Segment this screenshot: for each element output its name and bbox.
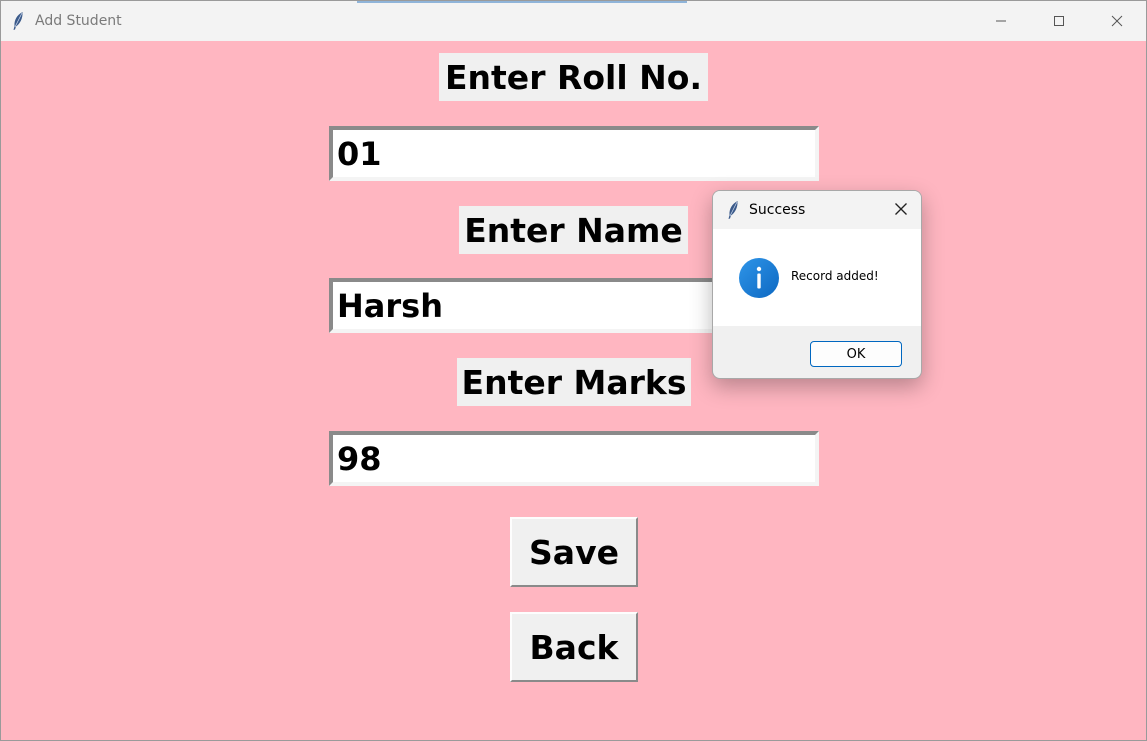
window-controls bbox=[972, 1, 1146, 41]
marks-input[interactable] bbox=[333, 435, 815, 482]
marks-label: Enter Marks bbox=[457, 358, 691, 406]
roll-field[interactable] bbox=[329, 126, 819, 181]
save-button[interactable]: Save bbox=[510, 517, 638, 587]
maximize-icon bbox=[1053, 12, 1065, 31]
dialog-title: Success bbox=[749, 202, 806, 218]
name-label: Enter Name bbox=[459, 206, 688, 254]
dialog-body: Record added! bbox=[713, 229, 921, 326]
close-icon bbox=[894, 201, 908, 220]
titlebar-accent bbox=[357, 1, 687, 3]
window-titlebar[interactable]: Add Student bbox=[1, 1, 1146, 41]
dialog-message: Record added! bbox=[791, 269, 879, 283]
minimize-button[interactable] bbox=[972, 1, 1030, 41]
maximize-button[interactable] bbox=[1030, 1, 1088, 41]
add-student-window: Add Student Enter Roll No. Enter Name En… bbox=[0, 0, 1147, 741]
marks-field[interactable] bbox=[329, 431, 819, 486]
roll-input[interactable] bbox=[333, 130, 815, 177]
close-icon bbox=[1111, 12, 1123, 31]
ok-button[interactable]: OK bbox=[810, 341, 902, 367]
close-button[interactable] bbox=[1088, 1, 1146, 41]
dialog-close-button[interactable] bbox=[891, 200, 911, 220]
success-dialog: Success Record added! OK bbox=[712, 190, 922, 379]
minimize-icon bbox=[995, 12, 1007, 31]
dialog-titlebar[interactable]: Success bbox=[713, 191, 921, 229]
info-icon bbox=[739, 258, 779, 298]
feather-icon bbox=[727, 200, 739, 220]
roll-label: Enter Roll No. bbox=[439, 53, 708, 101]
window-title: Add Student bbox=[35, 13, 122, 29]
feather-icon bbox=[12, 11, 24, 31]
back-button[interactable]: Back bbox=[510, 612, 638, 682]
